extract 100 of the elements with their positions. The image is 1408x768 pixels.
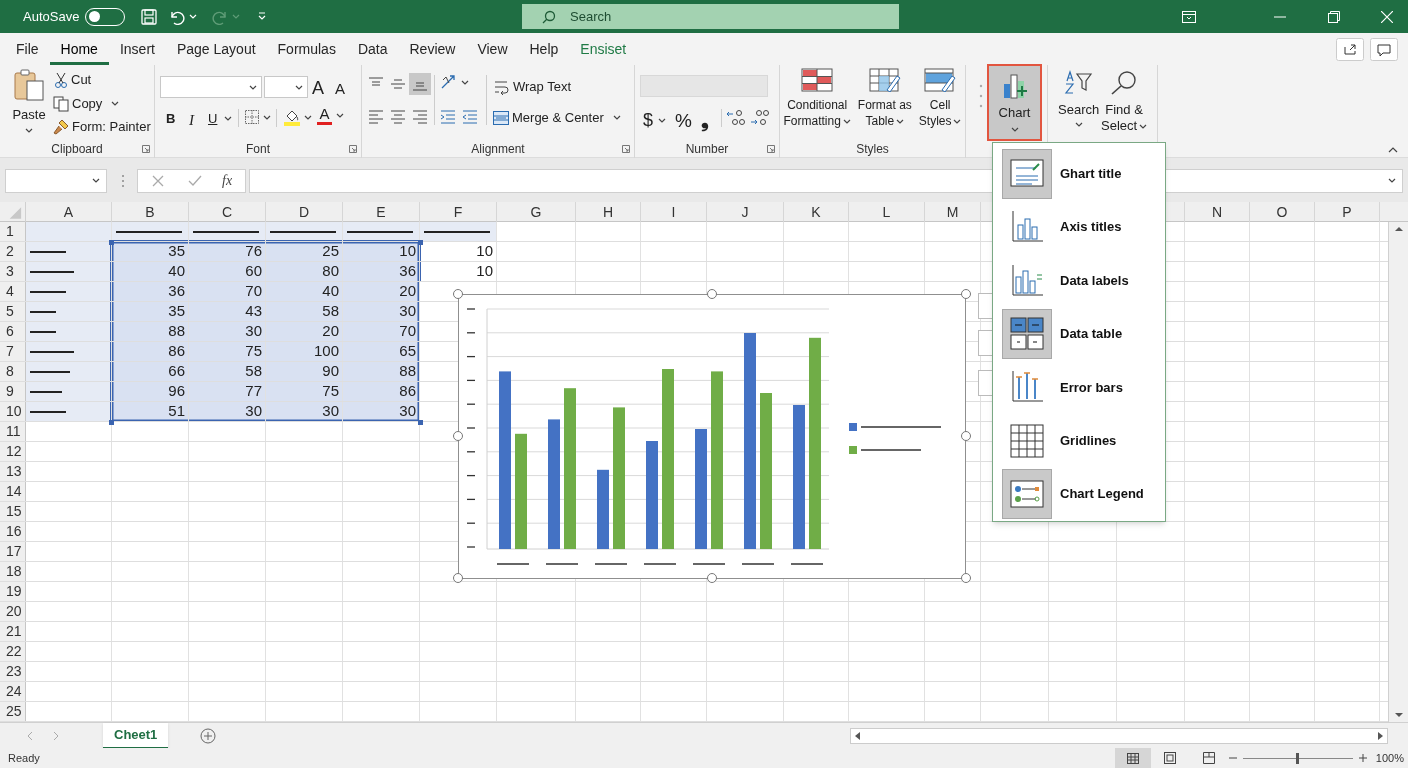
previous-sheet-icon[interactable] [27,731,33,740]
row-header[interactable]: 19 [0,582,26,601]
row-header[interactable]: 13 [0,462,26,481]
ribbon-tab[interactable]: Formulas [266,33,347,65]
chart-button[interactable]: Chart [987,64,1042,141]
column-header[interactable]: N [1185,202,1250,222]
customize-icon[interactable] [258,12,267,21]
resize-handle[interactable] [707,573,717,583]
paste-button[interactable]: Paste [8,69,50,133]
share-icon[interactable] [1336,38,1364,61]
selection-handle[interactable] [109,420,114,425]
row-header[interactable]: 17 [0,542,26,561]
dialog-launcher-icon[interactable] [622,145,630,153]
menu-item[interactable]: Error bars [993,360,1165,415]
styles-button[interactable]: Format as Table [857,68,912,129]
column-header[interactable]: L [849,202,925,222]
scroll-down-icon[interactable] [1394,713,1403,718]
resize-handle[interactable] [453,431,463,441]
format-painter-button[interactable]: Form: Painter [53,117,151,137]
row-header[interactable]: 16 [0,522,26,541]
scroll-left-icon[interactable] [855,732,860,740]
ribbon-tab[interactable]: Insert [108,33,166,65]
increase-font-size-button[interactable]: A [312,75,324,102]
zoom-level[interactable]: 100% [1375,749,1404,767]
horizontal-align-button[interactable] [368,109,384,125]
row-header[interactable]: 7 [0,342,26,361]
ribbon-tab[interactable]: Help [518,33,570,65]
insert-function-button[interactable]: fx [222,170,233,191]
indent-button[interactable] [440,109,456,125]
selection-handle[interactable] [109,240,114,245]
horizontal-align-button[interactable] [412,109,428,125]
menu-item[interactable]: Data table [993,307,1165,361]
cut-button[interactable]: Cut [54,70,92,90]
merge-center-button[interactable]: Merge & Center [493,108,621,128]
indent-button[interactable] [462,109,478,125]
font-color-button[interactable]: A [317,106,344,125]
column-header[interactable]: J [707,202,784,222]
editing-button[interactable]: Search [1058,70,1100,127]
percent-button[interactable]: % [675,107,692,136]
resize-handle[interactable] [961,573,971,583]
row-header[interactable]: 12 [0,442,26,461]
row-header[interactable]: 1 [0,222,26,241]
underline-button[interactable]: U [208,109,233,129]
horizontal-align-button[interactable] [390,109,406,125]
close-icon[interactable] [1381,10,1393,23]
ribbon-display-icon[interactable] [1182,10,1196,23]
row-header[interactable]: 10 [0,402,26,421]
horizontal-scrollbar[interactable] [850,728,1388,744]
ribbon-tab[interactable]: Ensiset [569,33,638,65]
column-header[interactable]: G [497,202,576,222]
wrap-text-button[interactable]: Wrap Text [494,77,572,97]
add-sheet-icon[interactable] [200,727,217,744]
borders-button[interactable] [245,110,271,124]
column-header[interactable]: K [784,202,849,222]
column-header[interactable]: I [641,202,707,222]
chart-area[interactable] [458,294,966,579]
copy-button[interactable]: Copy [53,94,120,114]
menu-item[interactable]: Chart Legend [993,467,1165,521]
row-header[interactable]: 4 [0,282,26,301]
ribbon-tab[interactable]: File [5,33,50,65]
bold-button[interactable]: B [166,109,176,129]
styles-button[interactable]: Conditional Formatting [783,68,851,129]
row-header[interactable]: 20 [0,602,26,621]
dialog-launcher-icon[interactable] [349,145,357,153]
row-header[interactable]: 2 [0,242,26,261]
row-header[interactable]: 5 [0,302,26,321]
row-header[interactable]: 21 [0,622,26,641]
normal-view-button[interactable] [1114,748,1151,768]
row-header[interactable]: 11 [0,422,26,441]
row-header[interactable]: 6 [0,322,26,341]
resize-handle[interactable] [707,289,717,299]
cancel-icon[interactable] [152,174,164,187]
page-break-view-icon[interactable] [1202,752,1215,764]
search-field[interactable]: Search [522,4,899,29]
column-header[interactable]: M [925,202,981,222]
ribbon-tab[interactable]: Review [398,33,467,65]
caret-icon[interactable] [189,14,198,19]
scroll-up-icon[interactable] [1394,226,1403,231]
selection-handle[interactable] [418,420,423,425]
menu-item[interactable]: Ghart title [993,147,1165,201]
row-header[interactable]: 15 [0,502,26,521]
selection-handle[interactable] [418,240,423,245]
menu-item[interactable]: Data labels [993,253,1165,308]
increase-decimal-button[interactable] [726,109,746,127]
row-header[interactable]: 3 [0,262,26,281]
next-sheet-icon[interactable] [53,731,59,740]
dialog-launcher-icon[interactable] [142,145,150,153]
menu-item[interactable]: Axis titles [993,200,1165,254]
column-header[interactable]: H [576,202,641,222]
row-header[interactable]: 14 [0,482,26,501]
decrease-font-size-button[interactable]: A [335,78,345,101]
vertical-align-button[interactable] [409,73,431,95]
plus-icon[interactable] [1358,754,1367,762]
resize-handle[interactable] [961,289,971,299]
row-header[interactable]: 9 [0,382,26,401]
ribbon-tab[interactable]: View [466,33,519,65]
currency-button[interactable]: $ [643,107,666,134]
page-layout-view-icon[interactable] [1163,752,1176,764]
resize-handle[interactable] [453,573,463,583]
italic-button[interactable]: I [189,109,194,132]
